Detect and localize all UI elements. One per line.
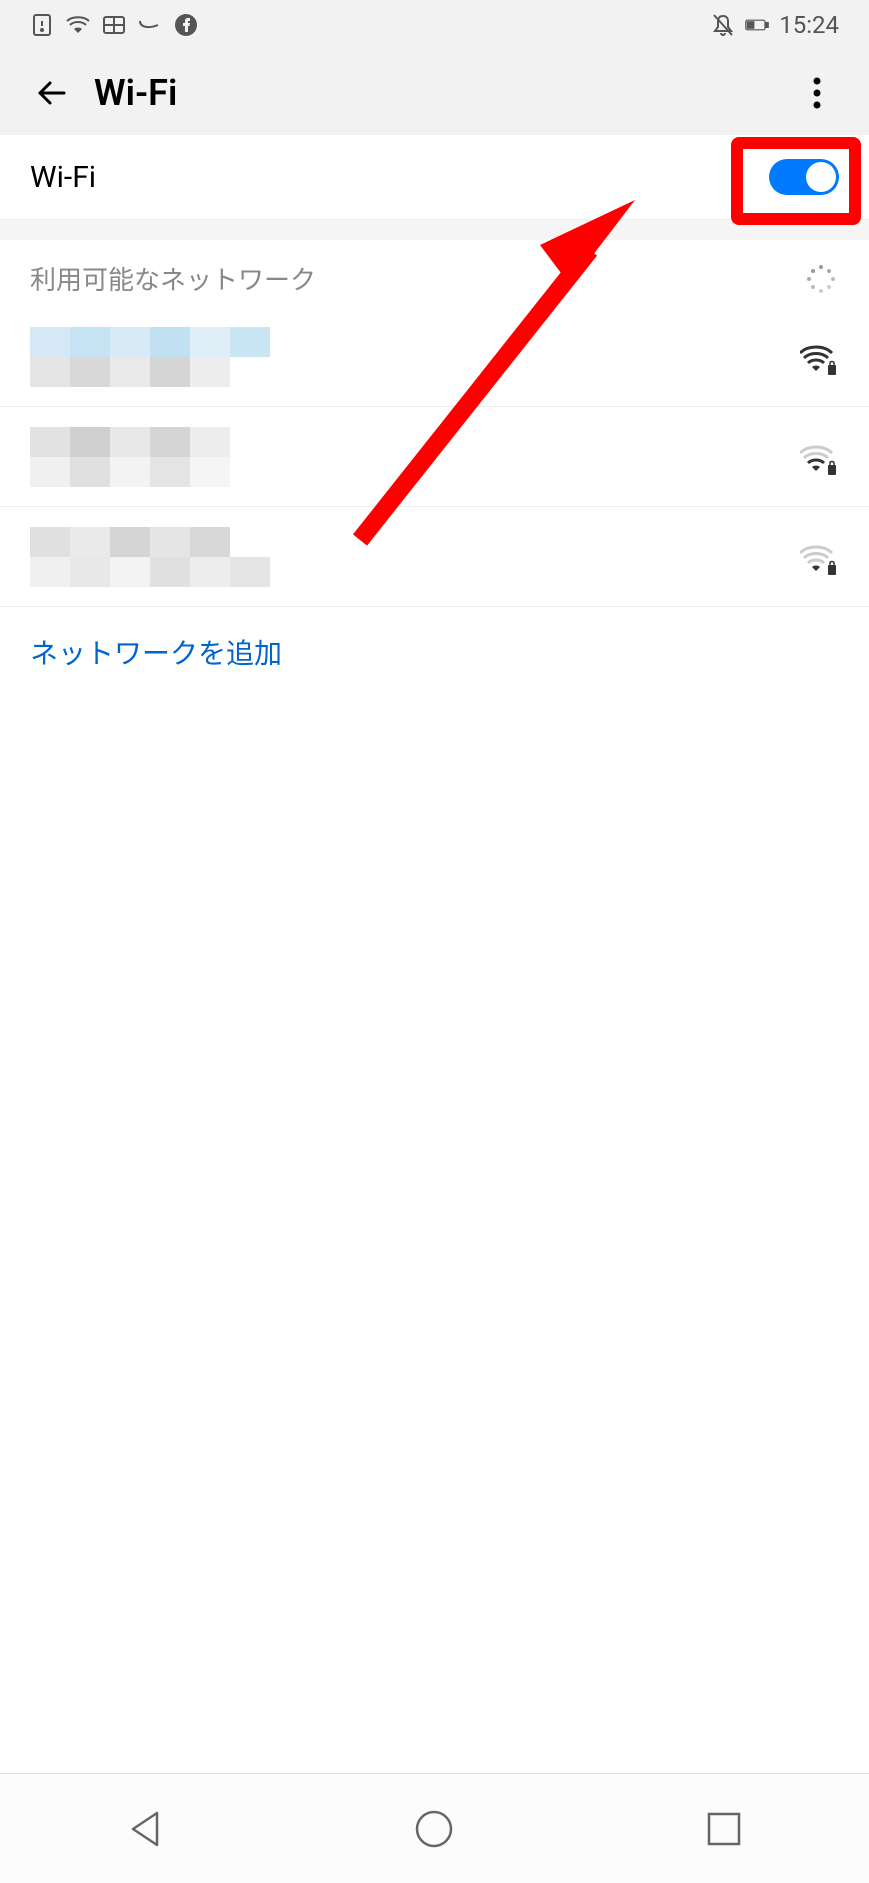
wifi-toggle-row: Wi-Fi bbox=[0, 135, 869, 220]
keyboard-icon bbox=[102, 13, 126, 37]
wifi-toggle[interactable] bbox=[769, 159, 839, 195]
network-name-redacted bbox=[30, 527, 799, 587]
header: Wi-Fi bbox=[0, 50, 869, 135]
nav-recent-button[interactable] bbox=[694, 1799, 754, 1859]
nav-home-button[interactable] bbox=[404, 1799, 464, 1859]
back-button[interactable] bbox=[30, 71, 74, 115]
page-title: Wi-Fi bbox=[94, 72, 177, 114]
wifi-signal-strong-icon bbox=[799, 339, 839, 375]
network-name-redacted bbox=[30, 427, 799, 487]
add-network-label: ネットワークを追加 bbox=[30, 632, 839, 672]
status-time: 15:24 bbox=[779, 11, 839, 39]
status-left-icons bbox=[30, 13, 198, 37]
network-item[interactable] bbox=[0, 307, 869, 407]
loading-spinner-icon bbox=[803, 261, 839, 297]
nav-back-button[interactable] bbox=[115, 1799, 175, 1859]
add-network-button[interactable]: ネットワークを追加 bbox=[0, 607, 869, 697]
hook-icon bbox=[138, 13, 162, 37]
notification-off-icon bbox=[711, 13, 735, 37]
status-bar: 15:24 bbox=[0, 0, 869, 50]
sim-alert-icon bbox=[30, 13, 54, 37]
network-item[interactable] bbox=[0, 507, 869, 607]
wifi-toggle-label: Wi-Fi bbox=[30, 160, 96, 195]
wifi-signal-medium-icon bbox=[799, 439, 839, 475]
wifi-icon bbox=[66, 13, 90, 37]
navigation-bar bbox=[0, 1773, 869, 1883]
status-right-icons: 15:24 bbox=[711, 11, 839, 39]
facebook-icon bbox=[174, 13, 198, 37]
more-options-button[interactable] bbox=[795, 71, 839, 115]
available-networks-header: 利用可能なネットワーク bbox=[0, 240, 869, 307]
battery-icon bbox=[745, 13, 769, 37]
section-title: 利用可能なネットワーク bbox=[30, 260, 316, 297]
network-item[interactable] bbox=[0, 407, 869, 507]
network-name-redacted bbox=[30, 327, 799, 387]
wifi-signal-weak-icon bbox=[799, 539, 839, 575]
